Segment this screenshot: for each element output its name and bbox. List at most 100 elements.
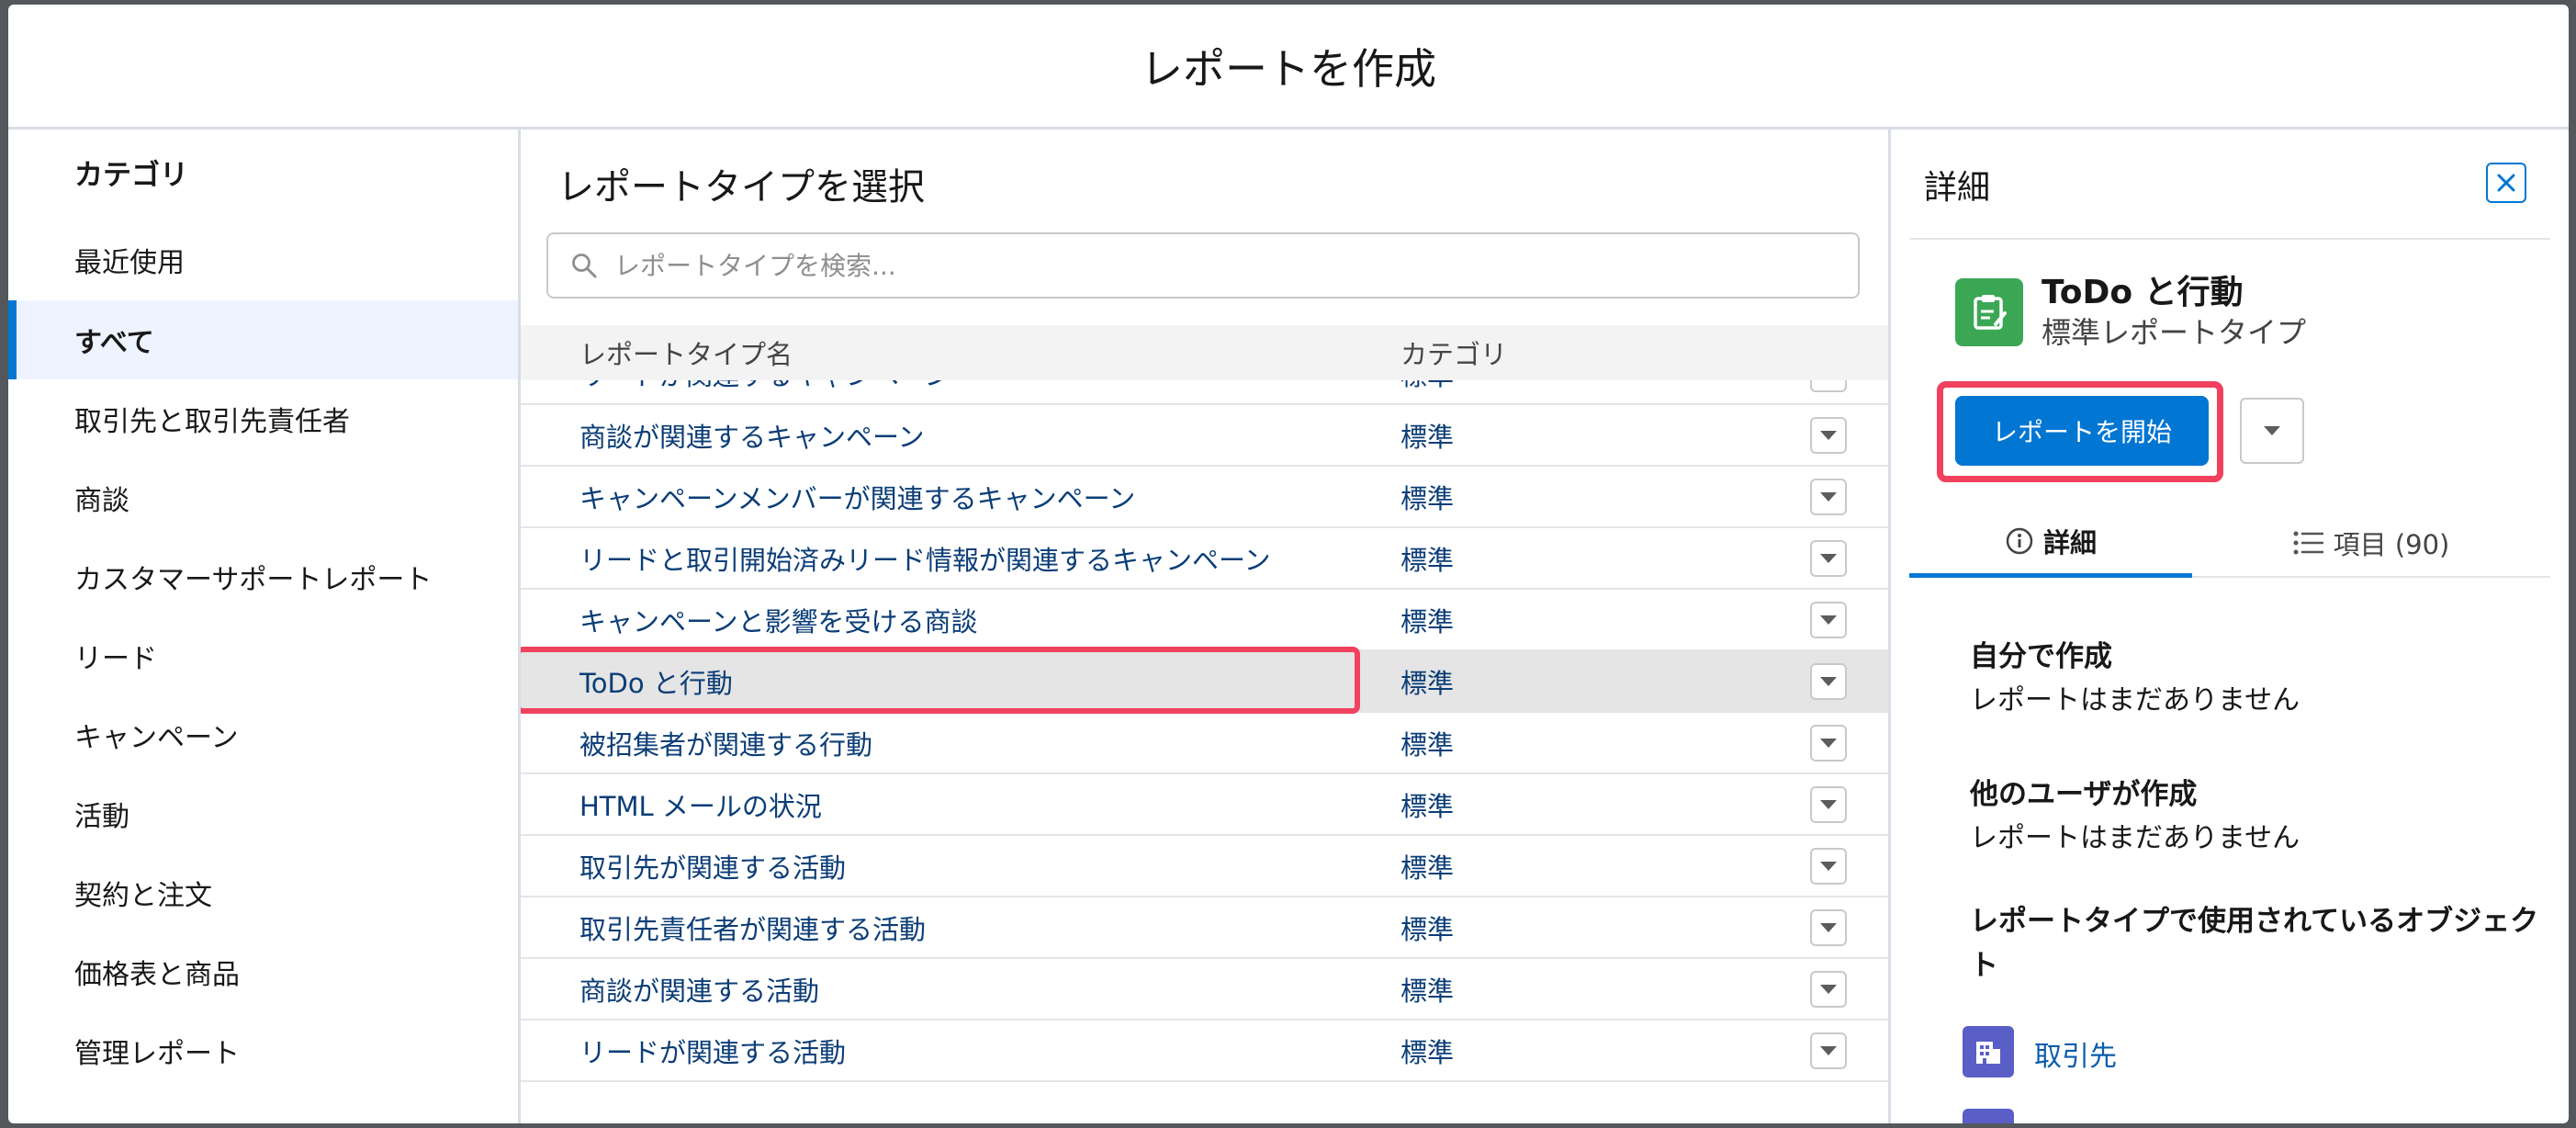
- report-type-category: 標準: [1400, 728, 1455, 761]
- category-item-accounts-contacts[interactable]: 取引先と取引先責任者: [8, 379, 518, 458]
- chevron-down-icon: [1820, 861, 1837, 871]
- report-type-name-link[interactable]: 取引先が関連する活動: [579, 847, 846, 885]
- report-type-row[interactable]: リードが関連するキャンペーン 標準: [521, 380, 1888, 405]
- chevron-down-icon: [1820, 615, 1837, 625]
- report-type-row[interactable]: リードと取引開始済みリード情報が関連するキャンペーン 標準: [521, 528, 1888, 590]
- category-item-campaigns[interactable]: キャンペーン: [8, 695, 518, 774]
- chevron-down-icon: [1820, 922, 1837, 932]
- report-type-row[interactable]: 取引先が関連する活動 標準: [521, 836, 1888, 897]
- report-type-row[interactable]: ToDo と行動 標準: [521, 647, 1888, 714]
- chevron-down-icon: [1820, 738, 1837, 748]
- search-input[interactable]: [613, 249, 1810, 282]
- details-tabs: 詳細 項目 (90): [1909, 508, 2550, 578]
- category-item-all[interactable]: すべて: [8, 300, 518, 379]
- report-type-list[interactable]: リードが関連するキャンペーン標準商談が関連するキャンペーン標準キャンペーンメンバ…: [521, 380, 1888, 1123]
- chevron-down-icon: [1820, 1045, 1837, 1055]
- report-type-category: 標準: [1400, 852, 1455, 884]
- details-divider: [1909, 238, 2550, 240]
- row-menu-button[interactable]: [1810, 908, 1847, 946]
- report-type-row[interactable]: 商談が関連する活動 標準: [521, 959, 1888, 1021]
- start-report-button[interactable]: レポートを開始: [1955, 396, 2209, 466]
- objects-title: レポートタイプで使用されているオブジェクト: [1970, 905, 2539, 982]
- report-type-row[interactable]: キャンペーンと影響を受ける商談 標準: [521, 590, 1888, 651]
- report-type-panel: レポートタイプを選択 レポートタイプ名 カテゴリ リードが関連するキャンペーン標…: [521, 130, 1891, 1123]
- report-type-category: 標準: [1400, 790, 1455, 822]
- category-item-pricebooks-products[interactable]: 価格表と商品: [8, 932, 518, 1011]
- report-type-category: 標準: [1400, 605, 1455, 637]
- details-panel: 詳細 ToDo と行動 標準レポートタイプ レポートを開始 詳細 項目 (90)…: [1891, 130, 2569, 1123]
- object-link-account[interactable]: 取引先: [2034, 1033, 2117, 1074]
- report-type-name-link[interactable]: 商談が関連するキャンペーン: [579, 416, 925, 455]
- report-type-category: 標準: [1400, 667, 1455, 699]
- created-by-me-text: レポートはまだありません: [1970, 684, 2300, 716]
- close-details-button[interactable]: [2486, 163, 2526, 203]
- report-type-row[interactable]: キャンペーンメンバーが関連するキャンペーン 標準: [521, 467, 1888, 528]
- column-header-category[interactable]: カテゴリ: [1400, 333, 1507, 372]
- chevron-down-icon: [1820, 491, 1837, 502]
- report-type-name-link[interactable]: HTML メールの状況: [579, 785, 822, 824]
- more-actions-button[interactable]: [2240, 398, 2304, 464]
- report-type-row[interactable]: HTML メールの状況 標準: [521, 774, 1888, 836]
- report-type-subtitle: 標準レポートタイプ: [2042, 315, 2307, 350]
- info-icon: [2006, 527, 2033, 554]
- report-type-row[interactable]: 取引先責任者が関連する活動 標準: [521, 897, 1888, 959]
- report-type-row[interactable]: 商談が関連するキャンペーン 標準: [521, 405, 1888, 467]
- report-type-search[interactable]: [546, 232, 1860, 299]
- report-type-category: 標準: [1400, 380, 1454, 393]
- row-menu-button[interactable]: [1810, 416, 1847, 454]
- category-item-customer-support[interactable]: カスタマーサポートレポート: [8, 537, 518, 616]
- report-type-row[interactable]: 被招集者が関連する行動 標準: [521, 713, 1888, 774]
- report-type-category: 標準: [1400, 1036, 1455, 1068]
- row-menu-button[interactable]: [1810, 1032, 1847, 1069]
- report-type-name-link[interactable]: 被招集者が関連する行動: [579, 724, 872, 762]
- report-type-row[interactable]: リードが関連する活動 標準: [521, 1021, 1888, 1082]
- report-type-name-link[interactable]: リードと取引開始済みリード情報が関連するキャンペーン: [579, 539, 1271, 578]
- report-type-category: 標準: [1400, 421, 1455, 453]
- chevron-down-icon: [1820, 799, 1837, 809]
- row-menu-button[interactable]: [1810, 380, 1847, 392]
- table-header: レポートタイプ名 カテゴリ: [521, 325, 1888, 380]
- chevron-down-icon: [1820, 430, 1837, 440]
- chevron-down-icon: [2264, 426, 2280, 435]
- row-menu-button[interactable]: [1810, 847, 1847, 885]
- report-type-name-link[interactable]: リードが関連する活動: [579, 1032, 846, 1070]
- clipboard-icon: [1974, 295, 2007, 330]
- category-item-opportunities[interactable]: 商談: [8, 458, 518, 537]
- category-item-activities[interactable]: 活動: [8, 774, 518, 853]
- chevron-down-icon: [1820, 676, 1837, 686]
- report-type-name-link[interactable]: 商談が関連する活動: [579, 970, 819, 1009]
- row-menu-button[interactable]: [1810, 970, 1847, 1008]
- object-icon-partial: [1963, 1109, 2014, 1123]
- report-type-name-link[interactable]: ToDo と行動: [579, 662, 733, 701]
- row-menu-button[interactable]: [1810, 785, 1847, 823]
- report-type-icon: [1955, 278, 2023, 346]
- category-item-recent[interactable]: 最近使用: [74, 240, 185, 280]
- report-type-category: 標準: [1400, 975, 1455, 1007]
- row-menu-button[interactable]: [1810, 478, 1847, 515]
- row-menu-button[interactable]: [1810, 662, 1847, 700]
- report-type-name-link[interactable]: リードが関連するキャンペーン: [579, 380, 951, 393]
- row-menu-button[interactable]: [1810, 539, 1847, 577]
- create-report-modal: レポートを作成 カテゴリ 最近使用 すべて 取引先と取引先責任者 商談 カスタマ…: [8, 5, 2569, 1123]
- chevron-down-icon: [1820, 553, 1837, 563]
- report-type-category: 標準: [1400, 544, 1455, 576]
- created-by-me-title: 自分で作成: [1970, 640, 2112, 673]
- object-icon: [1963, 1026, 2014, 1077]
- row-menu-button[interactable]: [1810, 601, 1847, 638]
- report-type-name-link[interactable]: 取引先責任者が関連する活動: [579, 908, 926, 947]
- modal-header: レポートを作成: [8, 5, 2569, 130]
- category-item-contracts-orders[interactable]: 契約と注文: [8, 853, 518, 932]
- category-item-leads[interactable]: リード: [8, 616, 518, 695]
- chevron-down-icon: [1820, 984, 1837, 994]
- row-menu-button[interactable]: [1810, 724, 1847, 761]
- tab-details[interactable]: 詳細: [1909, 508, 2192, 578]
- report-type-title: レポートタイプを選択: [557, 166, 925, 209]
- category-item-admin-reports[interactable]: 管理レポート: [8, 1011, 518, 1090]
- tab-fields[interactable]: 項目 (90): [2192, 508, 2550, 578]
- tab-details-label: 詳細: [2042, 526, 2097, 558]
- report-type-name-link[interactable]: キャンペーンメンバーが関連するキャンペーン: [579, 478, 1135, 516]
- category-panel: カテゴリ 最近使用 すべて 取引先と取引先責任者 商談 カスタマーサポートレポー…: [8, 130, 521, 1123]
- report-type-name-link[interactable]: キャンペーンと影響を受ける商談: [579, 601, 978, 639]
- category-heading: カテゴリ: [74, 159, 188, 192]
- column-header-name[interactable]: レポートタイプ名: [579, 333, 793, 372]
